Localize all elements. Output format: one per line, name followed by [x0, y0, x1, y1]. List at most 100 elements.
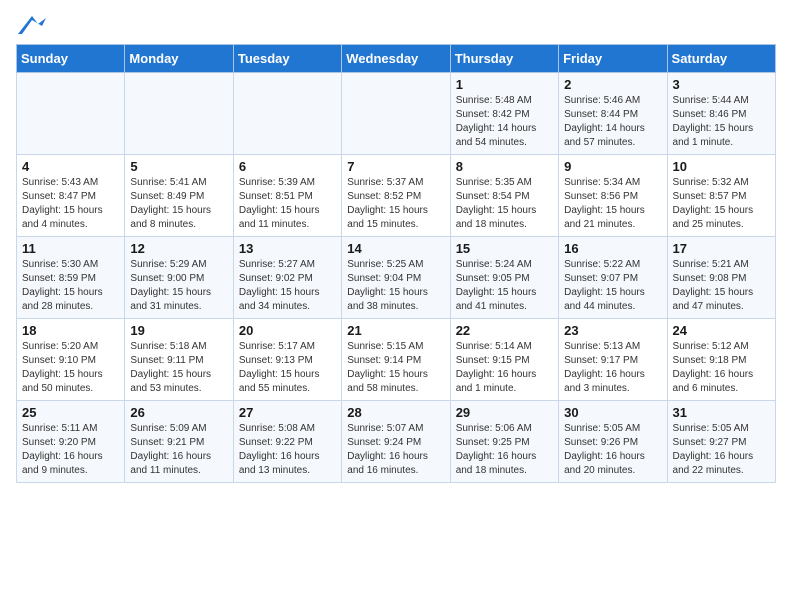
calendar-cell: 8 Sunrise: 5:35 AM Sunset: 8:54 PM Daylig… [450, 155, 558, 237]
day-number: 10 [673, 159, 770, 174]
calendar-cell: 22 Sunrise: 5:14 AM Sunset: 9:15 PM Dayli… [450, 319, 558, 401]
day-detail: Sunrise: 5:08 AM Sunset: 9:22 PM Dayligh… [239, 422, 336, 478]
day-number: 30 [564, 405, 661, 420]
day-detail: Sunrise: 5:35 AM Sunset: 8:54 PM Dayligh… [456, 176, 553, 232]
day-number: 21 [347, 323, 444, 338]
calendar-cell: 27Sunrise: 5:08 AM Sunset: 9:22 PM Dayli… [233, 401, 341, 483]
day-detail: Sunrise: 5:34 AM Sunset: 8:56 PM Dayligh… [564, 176, 661, 232]
day-number: 9 [564, 159, 661, 174]
calendar-cell: 5 Sunrise: 5:41 AM Sunset: 8:49 PM Daylig… [125, 155, 233, 237]
day-number: 17 [673, 241, 770, 256]
calendar-cell: 13 Sunrise: 5:27 AM Sunset: 9:02 PM Dayli… [233, 237, 341, 319]
calendar-cell: 10Sunrise: 5:32 AM Sunset: 8:57 PM Dayli… [667, 155, 775, 237]
logo [16, 16, 46, 36]
calendar-cell: 4 Sunrise: 5:43 AM Sunset: 8:47 PM Daylig… [17, 155, 125, 237]
day-number: 25 [22, 405, 119, 420]
day-detail: Sunrise: 5:39 AM Sunset: 8:51 PM Dayligh… [239, 176, 336, 232]
day-detail: Sunrise: 5:06 AM Sunset: 9:25 PM Dayligh… [456, 422, 553, 478]
day-number: 26 [130, 405, 227, 420]
day-number: 24 [673, 323, 770, 338]
day-detail: Sunrise: 5:44 AM Sunset: 8:46 PM Dayligh… [673, 94, 770, 150]
calendar-cell [233, 73, 341, 155]
day-number: 16 [564, 241, 661, 256]
day-detail: Sunrise: 5:14 AM Sunset: 9:15 PM Dayligh… [456, 340, 553, 396]
calendar-week-2: 4 Sunrise: 5:43 AM Sunset: 8:47 PM Daylig… [17, 155, 776, 237]
calendar-cell: 26 Sunrise: 5:09 AM Sunset: 9:21 PM Dayli… [125, 401, 233, 483]
calendar-cell: 21 Sunrise: 5:15 AM Sunset: 9:14 PM Dayli… [342, 319, 450, 401]
day-number: 28 [347, 405, 444, 420]
day-number: 15 [456, 241, 553, 256]
calendar-cell: 7 Sunrise: 5:37 AM Sunset: 8:52 PM Daylig… [342, 155, 450, 237]
day-detail: Sunrise: 5:29 AM Sunset: 9:00 PM Dayligh… [130, 258, 227, 314]
day-number: 19 [130, 323, 227, 338]
calendar-cell: 20 Sunrise: 5:17 AM Sunset: 9:13 PM Dayli… [233, 319, 341, 401]
calendar-cell: 6 Sunrise: 5:39 AM Sunset: 8:51 PM Daylig… [233, 155, 341, 237]
calendar-cell: 19 Sunrise: 5:18 AM Sunset: 9:11 PM Dayli… [125, 319, 233, 401]
day-number: 5 [130, 159, 227, 174]
calendar-cell: 18 Sunrise: 5:20 AM Sunset: 9:10 PM Dayli… [17, 319, 125, 401]
day-number: 20 [239, 323, 336, 338]
day-number: 13 [239, 241, 336, 256]
day-number: 7 [347, 159, 444, 174]
day-number: 14 [347, 241, 444, 256]
calendar-cell: 9 Sunrise: 5:34 AM Sunset: 8:56 PM Daylig… [559, 155, 667, 237]
day-number: 23 [564, 323, 661, 338]
day-detail: Sunrise: 5:17 AM Sunset: 9:13 PM Dayligh… [239, 340, 336, 396]
day-detail: Sunrise: 5:05 AM Sunset: 9:27 PM Dayligh… [673, 422, 770, 478]
col-header-sunday: Sunday [17, 45, 125, 73]
calendar-cell: 24 Sunrise: 5:12 AM Sunset: 9:18 PM Dayli… [667, 319, 775, 401]
calendar-week-1: 1Sunrise: 5:48 AM Sunset: 8:42 PM Daylig… [17, 73, 776, 155]
day-number: 12 [130, 241, 227, 256]
calendar-cell: 2Sunrise: 5:46 AM Sunset: 8:44 PM Daylig… [559, 73, 667, 155]
day-number: 22 [456, 323, 553, 338]
day-detail: Sunrise: 5:18 AM Sunset: 9:11 PM Dayligh… [130, 340, 227, 396]
day-number: 11 [22, 241, 119, 256]
day-detail: Sunrise: 5:25 AM Sunset: 9:04 PM Dayligh… [347, 258, 444, 314]
col-header-tuesday: Tuesday [233, 45, 341, 73]
calendar-body: 1Sunrise: 5:48 AM Sunset: 8:42 PM Daylig… [17, 73, 776, 483]
day-detail: Sunrise: 5:48 AM Sunset: 8:42 PM Dayligh… [456, 94, 553, 150]
day-number: 18 [22, 323, 119, 338]
calendar-header-row: SundayMondayTuesdayWednesdayThursdayFrid… [17, 45, 776, 73]
calendar-cell: 23 Sunrise: 5:13 AM Sunset: 9:17 PM Dayli… [559, 319, 667, 401]
day-detail: Sunrise: 5:12 AM Sunset: 9:18 PM Dayligh… [673, 340, 770, 396]
col-header-saturday: Saturday [667, 45, 775, 73]
page-header [16, 16, 776, 36]
day-detail: Sunrise: 5:09 AM Sunset: 9:21 PM Dayligh… [130, 422, 227, 478]
calendar-table: SundayMondayTuesdayWednesdayThursdayFrid… [16, 44, 776, 483]
calendar-cell: 29 Sunrise: 5:06 AM Sunset: 9:25 PM Dayli… [450, 401, 558, 483]
calendar-week-3: 11 Sunrise: 5:30 AM Sunset: 8:59 PM Dayli… [17, 237, 776, 319]
day-detail: Sunrise: 5:46 AM Sunset: 8:44 PM Dayligh… [564, 94, 661, 150]
logo-bird-icon [18, 16, 46, 36]
calendar-cell: 3 Sunrise: 5:44 AM Sunset: 8:46 PM Daylig… [667, 73, 775, 155]
day-detail: Sunrise: 5:41 AM Sunset: 8:49 PM Dayligh… [130, 176, 227, 232]
calendar-cell: 1Sunrise: 5:48 AM Sunset: 8:42 PM Daylig… [450, 73, 558, 155]
calendar-week-5: 25 Sunrise: 5:11 AM Sunset: 9:20 PM Dayli… [17, 401, 776, 483]
day-detail: Sunrise: 5:15 AM Sunset: 9:14 PM Dayligh… [347, 340, 444, 396]
calendar-cell: 17 Sunrise: 5:21 AM Sunset: 9:08 PM Dayli… [667, 237, 775, 319]
day-detail: Sunrise: 5:30 AM Sunset: 8:59 PM Dayligh… [22, 258, 119, 314]
col-header-wednesday: Wednesday [342, 45, 450, 73]
day-number: 3 [673, 77, 770, 92]
day-number: 4 [22, 159, 119, 174]
day-detail: Sunrise: 5:20 AM Sunset: 9:10 PM Dayligh… [22, 340, 119, 396]
calendar-cell: 28 Sunrise: 5:07 AM Sunset: 9:24 PM Dayli… [342, 401, 450, 483]
calendar-week-4: 18 Sunrise: 5:20 AM Sunset: 9:10 PM Dayli… [17, 319, 776, 401]
calendar-cell [17, 73, 125, 155]
day-number: 6 [239, 159, 336, 174]
day-detail: Sunrise: 5:21 AM Sunset: 9:08 PM Dayligh… [673, 258, 770, 314]
calendar-cell [125, 73, 233, 155]
day-detail: Sunrise: 5:07 AM Sunset: 9:24 PM Dayligh… [347, 422, 444, 478]
day-detail: Sunrise: 5:11 AM Sunset: 9:20 PM Dayligh… [22, 422, 119, 478]
day-detail: Sunrise: 5:43 AM Sunset: 8:47 PM Dayligh… [22, 176, 119, 232]
day-number: 8 [456, 159, 553, 174]
calendar-cell: 12 Sunrise: 5:29 AM Sunset: 9:00 PM Dayli… [125, 237, 233, 319]
day-detail: Sunrise: 5:37 AM Sunset: 8:52 PM Dayligh… [347, 176, 444, 232]
calendar-cell [342, 73, 450, 155]
calendar-cell: 15Sunrise: 5:24 AM Sunset: 9:05 PM Dayli… [450, 237, 558, 319]
day-detail: Sunrise: 5:27 AM Sunset: 9:02 PM Dayligh… [239, 258, 336, 314]
calendar-cell: 14 Sunrise: 5:25 AM Sunset: 9:04 PM Dayli… [342, 237, 450, 319]
day-detail: Sunrise: 5:13 AM Sunset: 9:17 PM Dayligh… [564, 340, 661, 396]
calendar-cell: 30Sunrise: 5:05 AM Sunset: 9:26 PM Dayli… [559, 401, 667, 483]
day-number: 29 [456, 405, 553, 420]
